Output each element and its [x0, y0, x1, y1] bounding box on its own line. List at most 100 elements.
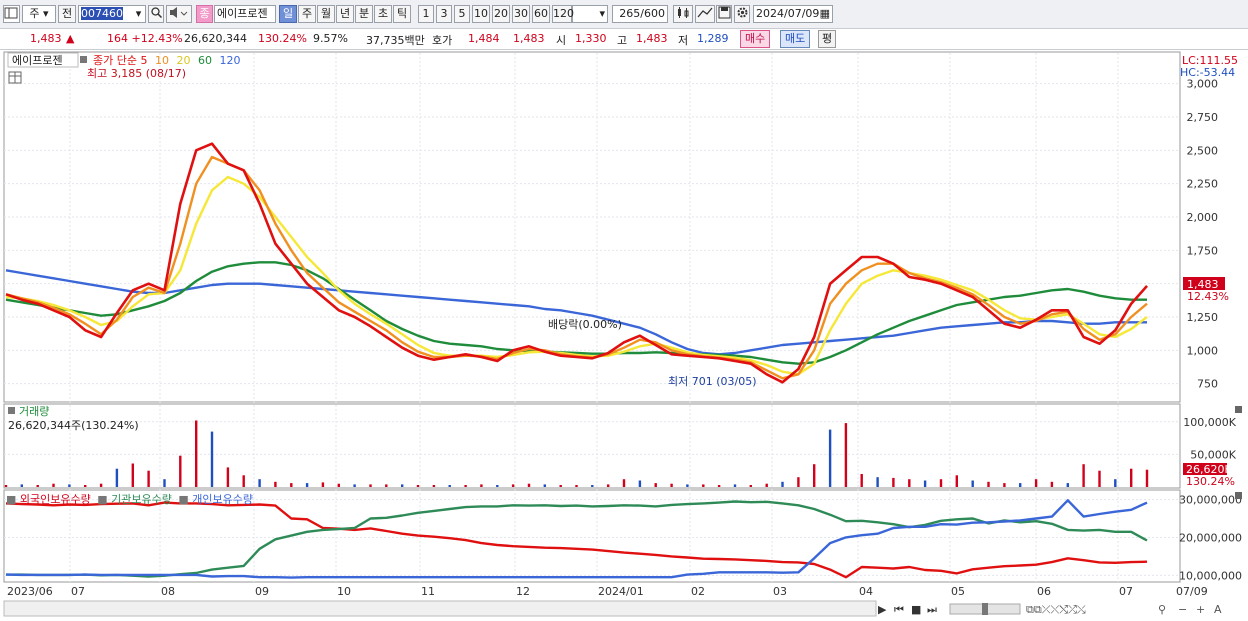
font-size-icon[interactable]: A [1214, 603, 1222, 616]
x-tick-label: 02 [691, 585, 705, 598]
sound-icon[interactable] [166, 5, 192, 23]
low-label: 저 [678, 34, 689, 47]
custom-interval-select[interactable]: ▾ [572, 5, 608, 23]
interval-button[interactable]: 10 [472, 5, 490, 23]
magnifier-icon[interactable]: ⚲ [1158, 603, 1166, 616]
timeframe-button[interactable]: 초 [374, 5, 392, 23]
stock-code-value: 007460 [81, 7, 123, 20]
volume-bar [828, 429, 832, 487]
interval-button[interactable]: 5 [454, 5, 470, 23]
drawing-tools-icon[interactable]: ⧉⧉⤫⤬⤭⤮⤯ [1026, 603, 1086, 616]
zoom-out-icon[interactable]: − [1178, 603, 1187, 616]
interval-button[interactable]: 60 [532, 5, 550, 23]
prev-button[interactable]: 전 [58, 5, 76, 23]
volume-bar [844, 423, 848, 487]
pane-close-icon[interactable] [1235, 406, 1242, 413]
buy-button[interactable]: 매수 [740, 30, 771, 48]
toolbar: 주 ▾ 전 007460 ▾ 종 에이프로젠 ▾ 265/600 2024/07… [0, 0, 1248, 29]
volume-bar [670, 483, 673, 487]
volume-bar [908, 479, 911, 487]
volume-bar [702, 484, 705, 487]
timeframe-button[interactable]: 일 [279, 5, 297, 23]
stop-icon[interactable]: ■ [911, 603, 921, 616]
indicator-badge[interactable]: 종 [196, 5, 213, 23]
timeframe-button[interactable]: 월 [317, 5, 335, 23]
gear-icon[interactable] [734, 5, 750, 23]
low-annotation: 최저 701 (03/05) [668, 375, 757, 388]
volume-bar [290, 483, 293, 487]
current-price: 1,483 [30, 32, 62, 45]
volume-bar [448, 485, 451, 487]
legend-ma5: 종가 단순 5 [93, 54, 147, 67]
code-dropdown-chevron-icon[interactable]: ▾ [132, 5, 146, 23]
volume-bar [511, 484, 515, 487]
interval-button[interactable]: 3 [436, 5, 452, 23]
volume-bar [717, 485, 721, 487]
horizontal-scrollbar[interactable] [3, 600, 877, 617]
timeframe-button[interactable]: 년 [336, 5, 354, 23]
volume-bar [1130, 468, 1133, 487]
holdings-tick-label: 20,000,000 [1179, 531, 1242, 544]
volume-bar [939, 479, 943, 487]
timeframe-button[interactable]: 틱 [393, 5, 411, 23]
count-field[interactable]: 265/600 [612, 5, 668, 23]
interval-button[interactable]: 120 [552, 5, 574, 23]
legend-individual: 개인보유수량 [192, 493, 253, 506]
interval-button[interactable]: 1 [418, 5, 434, 23]
date-field[interactable]: 2024/07/09 ▦ [753, 5, 833, 23]
price-tick-label: 750 [1197, 378, 1218, 391]
layout-icon[interactable] [3, 5, 20, 23]
x-tick-label: 07 [71, 585, 85, 598]
last-change-label: 12.43% [1187, 290, 1229, 303]
pane-close-icon[interactable] [1235, 492, 1242, 499]
volume-bar [68, 484, 71, 487]
line-tool-icon[interactable] [695, 5, 715, 23]
interval-button[interactable]: 30 [512, 5, 530, 23]
volume-bar [131, 463, 134, 487]
scroll-last-icon[interactable]: ⏭ [927, 603, 937, 616]
interval-button[interactable]: 20 [492, 5, 510, 23]
x-tick-label: 03 [773, 585, 787, 598]
volume-bar [813, 464, 816, 487]
legend-marker-icon: ■ [6, 493, 16, 506]
zoom-in-icon[interactable]: + [1196, 603, 1205, 616]
volume-bar [337, 483, 340, 487]
volume-bar [226, 467, 230, 487]
chevron-down-icon: ▾ [599, 7, 605, 20]
period-type-select[interactable]: 주 ▾ [22, 5, 56, 23]
scroll-first-icon[interactable]: ⏮ [894, 603, 904, 616]
legend-marker-icon: ■ [97, 493, 107, 506]
volume-bar [638, 480, 642, 487]
volume-bar [179, 455, 182, 487]
volume-bar [765, 483, 768, 487]
volume-bar [1145, 469, 1149, 487]
volume-bar [1034, 479, 1038, 487]
candle-icon[interactable] [673, 5, 693, 23]
search-icon[interactable] [148, 5, 164, 23]
volume-bar [496, 485, 499, 487]
open-price: 1,330 [575, 32, 607, 45]
legend-marker-icon: ■ [178, 493, 188, 506]
x-tick-label: 09 [255, 585, 269, 598]
eval-button[interactable]: 평 [818, 30, 837, 48]
bid-price-2: 1,483 [513, 32, 545, 45]
timeframe-button[interactable]: 분 [355, 5, 373, 23]
sell-button[interactable]: 매도 [780, 30, 811, 48]
volume-tick-label: 100,000K [1183, 416, 1236, 429]
scroll-right-icon[interactable]: ▶ [878, 603, 887, 616]
volume-bar [575, 485, 578, 487]
save-icon[interactable] [716, 5, 732, 23]
volume-bar [797, 477, 800, 487]
volume-bar [860, 474, 863, 487]
volume-bar [147, 470, 150, 487]
calendar-icon[interactable]: ▦ [820, 6, 830, 22]
price-tick-label: 1,250 [1187, 311, 1219, 324]
x-tick-label: 07 [1119, 585, 1133, 598]
volume-bar [955, 475, 958, 487]
x-tick-label: 08 [161, 585, 175, 598]
volume-bar [559, 485, 562, 487]
x-tick-label: 07/09 [1176, 585, 1208, 598]
timeframe-button[interactable]: 주 [298, 5, 316, 23]
date-value: 2024/07/09 [756, 7, 820, 20]
zoom-slider-handle[interactable] [982, 603, 988, 615]
